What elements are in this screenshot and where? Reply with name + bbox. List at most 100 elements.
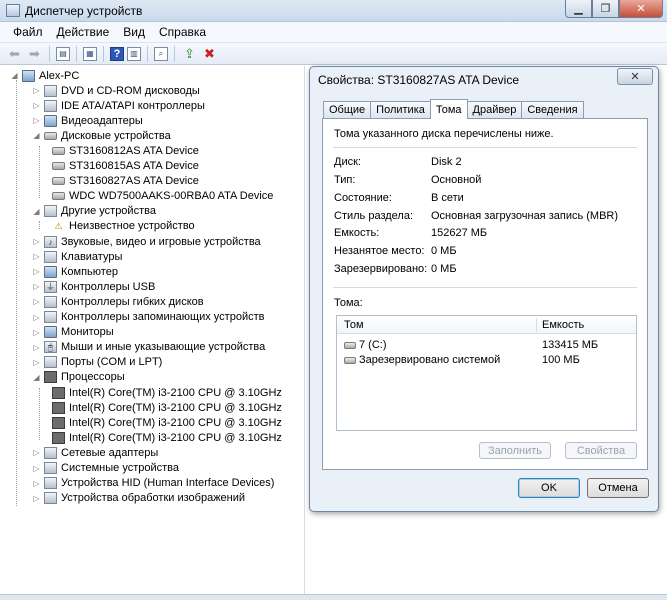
tree-root-computer[interactable]: ◢ Alex-PC: [10, 68, 79, 83]
close-button[interactable]: ✕: [619, 0, 663, 18]
uninstall-device-button[interactable]: ✖: [201, 46, 218, 62]
ok-button[interactable]: OK: [518, 478, 580, 498]
tree-category[interactable]: ▷ Видеоадаптеры: [32, 113, 143, 128]
expand-arrow-icon[interactable]: ▷: [32, 494, 41, 503]
help-button[interactable]: ?: [110, 46, 124, 61]
tree-item-label: Устройства обработки изображений: [61, 492, 246, 505]
tree-category[interactable]: ▷ Контроллеры запоминающих устройств: [32, 310, 264, 325]
keyboard-icon: [44, 250, 57, 263]
menu-help[interactable]: Справка: [152, 23, 213, 41]
expand-arrow-icon[interactable]: ▷: [32, 313, 41, 322]
menu-bar: Файл Действие Вид Справка: [0, 22, 667, 43]
tree-device[interactable]: Intel(R) Core(TM) i3-2100 CPU @ 3.10GHz: [52, 415, 282, 430]
expand-arrow-icon[interactable]: ▷: [32, 464, 41, 473]
tree-device[interactable]: ST3160812AS ATA Device: [52, 143, 199, 158]
tree-category[interactable]: ▷ Устройства HID (Human Interface Devices…: [32, 476, 274, 491]
expand-arrow-icon[interactable]: ▷: [32, 358, 41, 367]
tree-device[interactable]: Intel(R) Core(TM) i3-2100 CPU @ 3.10GHz: [52, 430, 282, 445]
tree-category[interactable]: ◢ Процессоры: [32, 370, 125, 385]
tree-category[interactable]: ▷ Системные устройства: [32, 461, 179, 476]
menu-view[interactable]: Вид: [116, 23, 152, 41]
tree-item-label: Процессоры: [61, 371, 125, 384]
volume-row[interactable]: 7 (C:) 133415 МБ: [337, 338, 636, 353]
property-value-type: Основной: [431, 174, 482, 186]
computer-icon: [44, 265, 57, 278]
tree-item-label: Сетевые адаптеры: [61, 446, 159, 459]
tree-item-label: DVD и CD-ROM дисководы: [61, 84, 200, 97]
menu-action[interactable]: Действие: [50, 23, 117, 41]
tree-category[interactable]: ◢ Другие устройства: [32, 204, 156, 219]
expand-arrow-icon[interactable]: ▷: [32, 343, 41, 352]
menu-file[interactable]: Файл: [6, 23, 50, 41]
tree-item-label: Контроллеры гибких дисков: [61, 295, 204, 308]
collapse-arrow-icon[interactable]: ◢: [32, 131, 41, 140]
show-hide-console-tree-button[interactable]: ▤: [56, 46, 70, 61]
tree-category[interactable]: ▷ Порты (COM и LPT): [32, 355, 162, 370]
tree-device[interactable]: WDC WD7500AAKS-00RBA0 ATA Device: [52, 189, 273, 204]
tree-category[interactable]: ▷ 🖰 Мыши и иные указывающие устройства: [32, 340, 265, 355]
expand-arrow-icon[interactable]: ▷: [32, 86, 41, 95]
forward-button[interactable]: ➡: [26, 46, 43, 62]
expand-arrow-icon[interactable]: ▷: [32, 479, 41, 488]
properties-button[interactable]: ▦: [83, 46, 97, 61]
tab-driver[interactable]: Драйвер: [466, 101, 523, 118]
tree-category[interactable]: ▷ ♪ Звуковые, видео и игровые устройства: [32, 234, 261, 249]
volumes-list[interactable]: Том Емкость 7 (C:) 133415 МБ Зарезервиро…: [336, 315, 637, 431]
update-driver-icon: ⇪: [184, 45, 195, 61]
tree-category[interactable]: ▷ Компьютер: [32, 264, 118, 279]
tree-category[interactable]: ▷ ⏚ Контроллеры USB: [32, 279, 155, 294]
network-adapter-icon: [44, 446, 57, 459]
tree-item-label: Устройства HID (Human Interface Devices): [61, 477, 275, 490]
tree-category[interactable]: ▷ Устройства обработки изображений: [32, 491, 245, 506]
expand-arrow-icon[interactable]: ▷: [32, 328, 41, 337]
tab-general[interactable]: Общие: [323, 101, 372, 118]
tree-device[interactable]: ⚠ Неизвестное устройство: [52, 219, 195, 234]
tree-category[interactable]: ▷ Контроллеры гибких дисков: [32, 294, 204, 309]
minimize-button[interactable]: ▁: [565, 0, 592, 18]
dvd-drive-icon: [44, 84, 57, 97]
expand-arrow-icon[interactable]: ▷: [32, 237, 41, 246]
volumes-tab-panel: Тома указанного диска перечислены ниже. …: [322, 118, 648, 470]
collapse-arrow-icon[interactable]: ◢: [10, 71, 19, 80]
expand-arrow-icon[interactable]: ▷: [32, 101, 41, 110]
uninstall-icon: ✖: [204, 45, 215, 61]
cancel-button[interactable]: Отмена: [587, 478, 649, 498]
tab-volumes[interactable]: Тома: [429, 99, 468, 119]
action-pane-button[interactable]: ▥: [127, 46, 141, 61]
column-header-capacity[interactable]: Емкость: [542, 319, 584, 331]
collapse-arrow-icon[interactable]: ◢: [32, 373, 41, 382]
volume-row[interactable]: Зарезервировано системой 100 МБ: [337, 353, 636, 368]
tree-device[interactable]: ST3160827AS ATA Device: [52, 174, 199, 189]
expand-arrow-icon[interactable]: ▷: [32, 297, 41, 306]
expand-arrow-icon[interactable]: ▷: [32, 282, 41, 291]
tree-category[interactable]: ◢ Дисковые устройства: [32, 128, 170, 143]
back-button[interactable]: ⬅: [6, 46, 23, 62]
update-driver-button[interactable]: ⇪: [181, 46, 198, 62]
tree-category[interactable]: ▷ Клавиатуры: [32, 249, 122, 264]
tree-device[interactable]: Intel(R) Core(TM) i3-2100 CPU @ 3.10GHz: [52, 400, 282, 415]
maximize-button[interactable]: ❐: [592, 0, 619, 18]
collapse-arrow-icon[interactable]: ◢: [32, 207, 41, 216]
tree-category[interactable]: ▷ Мониторы: [32, 325, 114, 340]
expand-arrow-icon[interactable]: ▷: [32, 267, 41, 276]
tree-device[interactable]: Intel(R) Core(TM) i3-2100 CPU @ 3.10GHz: [52, 385, 282, 400]
title-bar: Диспетчер устройств ▁ ❐ ✕: [0, 0, 667, 22]
tree-item-label: Неизвестное устройство: [69, 220, 195, 233]
tree-guide-line: [39, 146, 40, 198]
dialog-close-button[interactable]: ✕: [617, 68, 653, 85]
expand-arrow-icon[interactable]: ▷: [32, 252, 41, 261]
tree-device[interactable]: ST3160815AS ATA Device: [52, 159, 199, 174]
properties-icon: ▦: [86, 49, 94, 58]
tree-category[interactable]: ▷ DVD и CD-ROM дисководы: [32, 83, 200, 98]
tab-details[interactable]: Сведения: [521, 101, 584, 118]
tab-policies[interactable]: Политика: [370, 101, 431, 118]
column-divider[interactable]: [536, 318, 537, 332]
populate-button[interactable]: Заполнить: [479, 442, 551, 459]
expand-arrow-icon[interactable]: ▷: [32, 116, 41, 125]
tree-category[interactable]: ▷ Сетевые адаптеры: [32, 445, 158, 460]
volume-properties-button[interactable]: Свойства: [565, 442, 637, 459]
tree-category[interactable]: ▷ IDE ATA/ATAPI контроллеры: [32, 98, 205, 113]
column-header-volume[interactable]: Том: [344, 319, 364, 331]
scan-hardware-button[interactable]: ⌕: [154, 46, 168, 61]
expand-arrow-icon[interactable]: ▷: [32, 448, 41, 457]
